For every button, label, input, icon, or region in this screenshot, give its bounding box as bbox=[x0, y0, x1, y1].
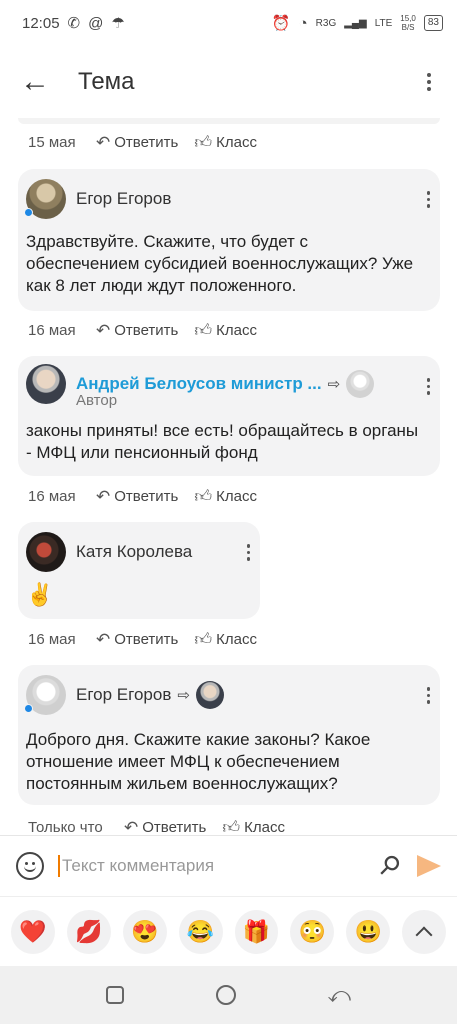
expand-emoji-button[interactable] bbox=[402, 909, 446, 954]
emoji-laugh[interactable]: 😂 bbox=[178, 909, 223, 954]
reply-icon: ↶ bbox=[96, 132, 111, 152]
reply-button[interactable]: ↶ Ответить bbox=[124, 818, 206, 836]
comment-date: Только что bbox=[28, 819, 103, 835]
net-speed: 15,0 B/S bbox=[400, 14, 416, 32]
reply-target-avatar[interactable] bbox=[195, 681, 224, 709]
text-cursor bbox=[58, 854, 60, 877]
status-time: 12:05 bbox=[22, 14, 60, 32]
comment-card: Катя Королева ✌️ bbox=[18, 522, 260, 619]
reply-to-icon: ⇨ bbox=[177, 687, 190, 704]
status-bar: 12:05 ✆ @ ☂ ⏰ ◔ R3G ▂▄▆ LTE 15,0 B/S 83 bbox=[0, 0, 457, 46]
comment-author[interactable]: Андрей Белоусов министр ... bbox=[76, 374, 322, 394]
battery-indicator: 83 bbox=[423, 15, 443, 31]
emoji-kiss[interactable]: 💋 bbox=[66, 909, 111, 954]
chevron-up-icon bbox=[415, 926, 433, 943]
thumbs-up-icon: 👍︎ bbox=[222, 818, 241, 835]
reply-icon: ↶ bbox=[96, 320, 111, 340]
comment-text: ✌️ bbox=[26, 582, 54, 607]
system-nav-bar: ⤺ bbox=[0, 966, 457, 1024]
alarm-icon: ⏰ bbox=[271, 14, 291, 32]
emoji-bar: ❤️ 💋 😍 😂 🎁 😳 😃 bbox=[0, 896, 457, 966]
reply-button[interactable]: ↶ Ответить bbox=[96, 487, 178, 507]
avatar[interactable] bbox=[24, 675, 66, 715]
previous-comment-edge bbox=[18, 118, 440, 124]
reply-icon: ↶ bbox=[96, 629, 111, 649]
like-button[interactable]: 👍︎ Класс bbox=[194, 486, 257, 507]
emoji-smile[interactable]: 😃 bbox=[346, 909, 391, 954]
wifi-icon: ◔ bbox=[298, 14, 308, 32]
comment-card: Егор Егоров ⇨ Доброго дня. Скажите какие… bbox=[18, 665, 440, 805]
reply-button[interactable]: ↶ Ответить bbox=[96, 630, 178, 650]
comment-actions: 16 мая ↶ Ответить 👍︎ Класс bbox=[28, 629, 273, 650]
reply-button[interactable]: ↶ Ответить bbox=[96, 321, 178, 341]
comment-date: 15 мая bbox=[28, 134, 76, 151]
comment-menu-icon[interactable] bbox=[246, 544, 250, 561]
umbrella-icon: ☂ bbox=[111, 14, 125, 32]
comment-text: Доброго дня. Скажите какие законы? Какое… bbox=[26, 730, 371, 793]
comment-menu-icon[interactable] bbox=[426, 378, 430, 395]
lte-label: LTE bbox=[374, 17, 393, 29]
emoji-gift[interactable]: 🎁 bbox=[234, 909, 279, 954]
comment-author[interactable]: Егор Егоров bbox=[76, 189, 171, 209]
comment-date: 16 мая bbox=[28, 322, 76, 339]
app-header: ← Тема bbox=[0, 46, 457, 118]
viber-icon: ✆ bbox=[67, 14, 81, 32]
like-button[interactable]: 👍︎ Класс bbox=[194, 629, 257, 650]
thumbs-up-icon: 👍︎ bbox=[194, 630, 213, 649]
reply-target-avatar[interactable] bbox=[346, 370, 375, 398]
comment-composer: ⚲ bbox=[0, 835, 457, 895]
network-label: R3G bbox=[315, 17, 337, 29]
comment-date: 16 мая bbox=[28, 488, 76, 505]
comment-card: Андрей Белоусов министр ... ⇨ Автор зако… bbox=[18, 356, 440, 476]
comment-text: законы приняты! все есть! обращайтесь в … bbox=[26, 421, 419, 462]
reply-icon: ↶ bbox=[96, 486, 111, 506]
author-role: Автор bbox=[76, 392, 118, 409]
more-menu-icon[interactable] bbox=[419, 73, 439, 91]
emoji-flushed[interactable]: 😳 bbox=[290, 909, 335, 954]
comment-actions: Только что ↶ Ответить 👍︎ Класс bbox=[28, 817, 301, 836]
comment-actions: 16 мая ↶ Ответить 👍︎ Класс bbox=[28, 486, 273, 507]
nav-back-icon[interactable]: ⤺ bbox=[328, 982, 352, 1008]
avatar[interactable] bbox=[26, 364, 66, 404]
reply-button[interactable]: ↶ Ответить bbox=[96, 133, 178, 153]
emoji-heart-eyes[interactable]: 😍 bbox=[122, 909, 167, 954]
smiley-icon[interactable] bbox=[16, 851, 44, 880]
comment-author[interactable]: Катя Королева bbox=[76, 542, 192, 562]
home-icon[interactable] bbox=[215, 985, 236, 1005]
avatar[interactable] bbox=[26, 532, 66, 572]
attach-icon[interactable]: ⚲ bbox=[372, 848, 407, 883]
thumbs-up-icon: 👍︎ bbox=[194, 487, 213, 506]
like-button[interactable]: 👍︎ Класс bbox=[222, 817, 285, 835]
recent-apps-icon[interactable] bbox=[105, 986, 124, 1004]
mail-icon: @ bbox=[88, 14, 104, 32]
comment-author[interactable]: Егор Егоров bbox=[76, 685, 171, 705]
thumbs-up-icon: 👍︎ bbox=[194, 133, 213, 152]
like-button[interactable]: 👍︎ Класс bbox=[194, 320, 257, 341]
like-button[interactable]: 👍︎ Класс bbox=[194, 132, 257, 153]
online-indicator bbox=[24, 208, 33, 217]
comment-card: Егор Егоров Здравствуйте. Скажите, что б… bbox=[18, 169, 440, 311]
online-indicator bbox=[24, 704, 33, 713]
page-title: Тема bbox=[78, 68, 135, 95]
signal-icon: ▂▄▆ bbox=[344, 17, 367, 29]
reply-to-icon: ⇨ bbox=[327, 376, 341, 393]
comments-feed[interactable]: 15 мая ↶ Ответить 👍︎ Класс Егор Егоров Здр… bbox=[0, 118, 457, 835]
comment-menu-icon[interactable] bbox=[426, 191, 430, 208]
emoji-heart[interactable]: ❤️ bbox=[11, 909, 55, 954]
comment-actions: 16 мая ↶ Ответить 👍︎ Класс bbox=[28, 320, 273, 341]
comment-date: 16 мая bbox=[28, 631, 76, 648]
send-icon[interactable] bbox=[417, 854, 441, 877]
comment-input[interactable] bbox=[62, 855, 352, 876]
comment-text: Здравствуйте. Скажите, что будет с обесп… bbox=[26, 232, 414, 295]
back-arrow-icon[interactable]: ← bbox=[20, 67, 56, 97]
comment-actions: 15 мая ↶ Ответить 👍︎ Класс bbox=[28, 132, 273, 153]
thumbs-up-icon: 👍︎ bbox=[194, 321, 213, 340]
avatar[interactable] bbox=[24, 179, 66, 219]
comment-menu-icon[interactable] bbox=[426, 687, 430, 704]
reply-icon: ↶ bbox=[124, 817, 139, 836]
